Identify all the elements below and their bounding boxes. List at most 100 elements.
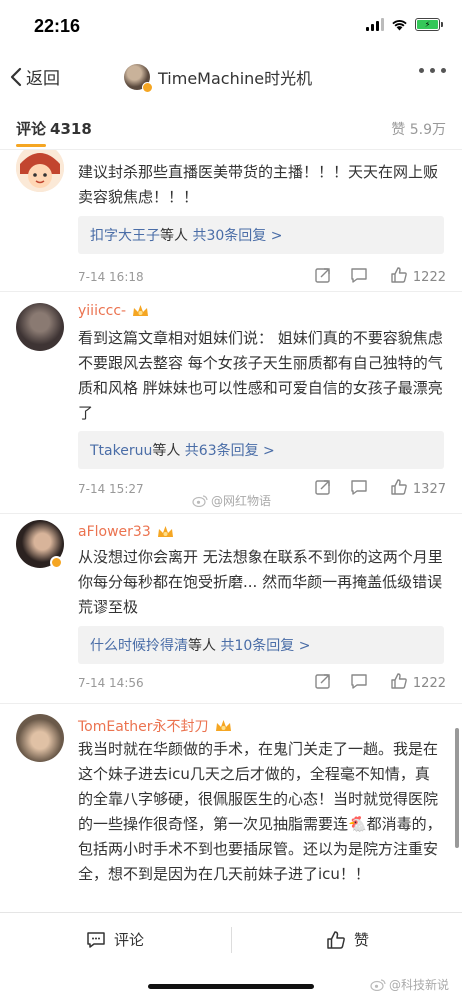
reply-others: 等人 <box>160 228 188 244</box>
back-button[interactable]: 返回 <box>10 64 60 89</box>
bottom-bar-separator <box>231 927 232 953</box>
scrollbar[interactable] <box>455 728 459 848</box>
crown-icon <box>215 720 231 731</box>
watermark-text: @网红物语 <box>211 494 272 508</box>
comment-icon <box>351 480 367 495</box>
reply-summary[interactable]: 什么时候拎得清等人 共10条回复 > <box>78 626 444 664</box>
comment-feed[interactable]: 建议封杀那些直播医美带货的主播！！！天天在网上贩卖容貌焦虑！！！ 扣字大王子等人… <box>0 150 462 912</box>
comment-time: 7-14 16:18 <box>78 270 144 284</box>
reply-summary[interactable]: 扣字大王子等人 共30条回复 > <box>78 216 444 254</box>
wifi-icon <box>392 20 407 31</box>
tab-likes[interactable]: 赞 5.9万 <box>391 119 446 139</box>
tabs-bar: 评论 4318 赞 5.9万 <box>0 108 462 150</box>
user-avatar[interactable] <box>16 303 64 351</box>
cartoon-avatar-icon <box>16 150 64 192</box>
reply-others: 等人 <box>152 443 181 459</box>
reply-count-link[interactable]: 共63条回复 > <box>185 443 275 459</box>
like-count: 1222 <box>412 676 446 691</box>
like-count: 1327 <box>412 482 446 497</box>
reply-summary[interactable]: Ttakeruu等人 共63条回复 > <box>78 431 444 469</box>
nav-title[interactable]: TimeMachine时光机 <box>124 64 313 93</box>
reply-button[interactable] <box>350 266 368 284</box>
back-label: 返回 <box>26 69 60 89</box>
verified-badge-icon <box>50 556 63 569</box>
tab-active-indicator <box>16 144 46 147</box>
cellular-signal-icon <box>366 18 384 31</box>
comment-author[interactable]: aFlower33 <box>78 524 174 540</box>
status-icons: ⚡ <box>366 18 443 31</box>
comment-item: 建议封杀那些直播医美带货的主播！！！天天在网上贩卖容貌焦虑！！！ 扣字大王子等人… <box>0 150 462 285</box>
weibo-logo-icon <box>370 979 386 991</box>
comment-item: yiiiccc- 看到这篇文章相对姐妹们说： 姐妹们真的不要容貌焦虑不要跟风去整… <box>0 292 462 512</box>
comment-button-label: 评论 <box>114 931 145 949</box>
watermark: @科技新说 <box>370 976 449 993</box>
comment-time: 7-14 15:27 <box>78 482 144 496</box>
share-button[interactable] <box>314 266 332 284</box>
share-icon <box>315 480 330 495</box>
nav-bar: 返回 TimeMachine时光机 <box>0 54 462 102</box>
user-avatar[interactable] <box>16 150 64 192</box>
like-button[interactable] <box>390 478 408 496</box>
weibo-logo-icon <box>192 495 208 507</box>
share-icon <box>315 674 330 689</box>
battery-charging-icon: ⚡ <box>415 18 443 31</box>
reply-user[interactable]: Ttakeruu <box>90 443 152 459</box>
account-avatar <box>124 64 153 93</box>
comment-item: aFlower33 从没想过你会离开 无法想象在联系不到你的这两个月里 你每分每… <box>0 514 462 704</box>
share-button[interactable] <box>314 672 332 690</box>
author-name: yiiiccc- <box>78 303 127 319</box>
comment-text: 看到这篇文章相对姐妹们说： 姐妹们真的不要容貌焦虑不要跟风去整容 每个女孩子天生… <box>78 329 443 422</box>
tab-comments[interactable]: 评论 4318 <box>16 118 92 139</box>
crown-icon <box>157 526 173 537</box>
reply-user[interactable]: 扣字大王子 <box>90 228 160 244</box>
reply-count-link[interactable]: 共10条回复 > <box>220 638 310 654</box>
reply-user[interactable]: 什么时候拎得清 <box>90 638 188 654</box>
account-name: TimeMachine时光机 <box>158 69 313 88</box>
home-indicator[interactable] <box>148 984 314 989</box>
like-button[interactable] <box>390 672 408 690</box>
comment-author[interactable]: yiiiccc- <box>78 303 149 319</box>
reply-others: 等人 <box>188 638 216 654</box>
comment-text: 从没想过你会离开 无法想象在联系不到你的这两个月里 你每分每秒都在饱受折磨...… <box>78 548 443 616</box>
verified-badge-icon <box>142 82 153 93</box>
thumbs-up-icon <box>391 673 407 689</box>
comment-meta: 7-14 14:56 1222 <box>78 672 446 696</box>
watermark: @网红物语 <box>192 492 271 509</box>
share-icon <box>315 268 330 283</box>
tab-comments-count: 4318 <box>50 120 92 138</box>
reply-count-link[interactable]: 共30条回复 > <box>192 228 282 244</box>
crown-icon <box>133 305 149 316</box>
thumbs-up-icon <box>391 267 407 283</box>
more-dot-icon <box>419 68 424 73</box>
reply-button[interactable] <box>350 672 368 690</box>
chevron-left-icon <box>10 67 22 86</box>
comment-time: 7-14 14:56 <box>78 676 144 690</box>
author-name: TomEather永不封刀 <box>78 719 209 735</box>
thumbs-up-icon <box>391 479 407 495</box>
comment-item: TomEather永不封刀 我当时就在华颜做的手术，在鬼门关走了一趟。我是在这个… <box>0 704 462 912</box>
share-button[interactable] <box>314 478 332 496</box>
more-dot-icon <box>430 68 435 73</box>
comment-meta: 7-14 16:18 1222 <box>78 266 446 290</box>
watermark-text: @科技新说 <box>389 978 450 992</box>
comment-icon <box>87 931 105 948</box>
reply-button[interactable] <box>350 478 368 496</box>
comment-text: 建议封杀那些直播医美带货的主播！！！天天在网上贩卖容貌焦虑！！！ <box>78 163 439 206</box>
comment-button[interactable]: 评论 <box>86 929 144 950</box>
user-avatar[interactable] <box>16 714 64 762</box>
comment-text: 我当时就在华颜做的手术，在鬼门关走了一趟。我是在这个妹子进去icu几天之后才做的… <box>78 740 442 883</box>
like-post-button[interactable]: 赞 <box>326 929 369 950</box>
more-options-button[interactable] <box>419 68 446 73</box>
like-count: 1222 <box>412 270 446 285</box>
tab-comments-label: 评论 <box>16 120 47 138</box>
comment-icon <box>351 674 367 689</box>
status-bar: 22:16 ⚡ <box>0 0 462 54</box>
like-button-label: 赞 <box>354 931 370 949</box>
comment-icon <box>351 268 367 283</box>
comment-author[interactable]: TomEather永不封刀 <box>78 716 232 736</box>
more-dot-icon <box>441 68 446 73</box>
like-button[interactable] <box>390 266 408 284</box>
thumbs-up-icon <box>327 930 345 949</box>
author-name: aFlower33 <box>78 524 151 540</box>
status-time: 22:16 <box>34 16 81 36</box>
